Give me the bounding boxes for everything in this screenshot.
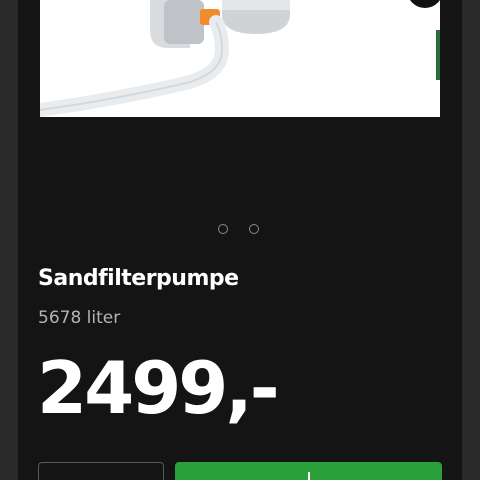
pump-illustration — [40, 0, 440, 117]
add-to-cart-button[interactable] — [175, 462, 442, 480]
product-image[interactable] — [40, 0, 440, 117]
product-capacity: 5678 liter — [38, 308, 121, 328]
cart-icon — [303, 472, 315, 480]
carousel-indicators — [218, 224, 268, 238]
carousel-dot-2[interactable] — [249, 224, 259, 234]
product-card: Sandfilterpumpe 5678 liter 2499,- — [18, 0, 462, 480]
carousel-dot-1[interactable] — [218, 224, 228, 234]
product-price: 2499,- — [37, 346, 280, 430]
quantity-field[interactable] — [38, 462, 164, 480]
product-title: Sandfilterpumpe — [38, 266, 239, 291]
